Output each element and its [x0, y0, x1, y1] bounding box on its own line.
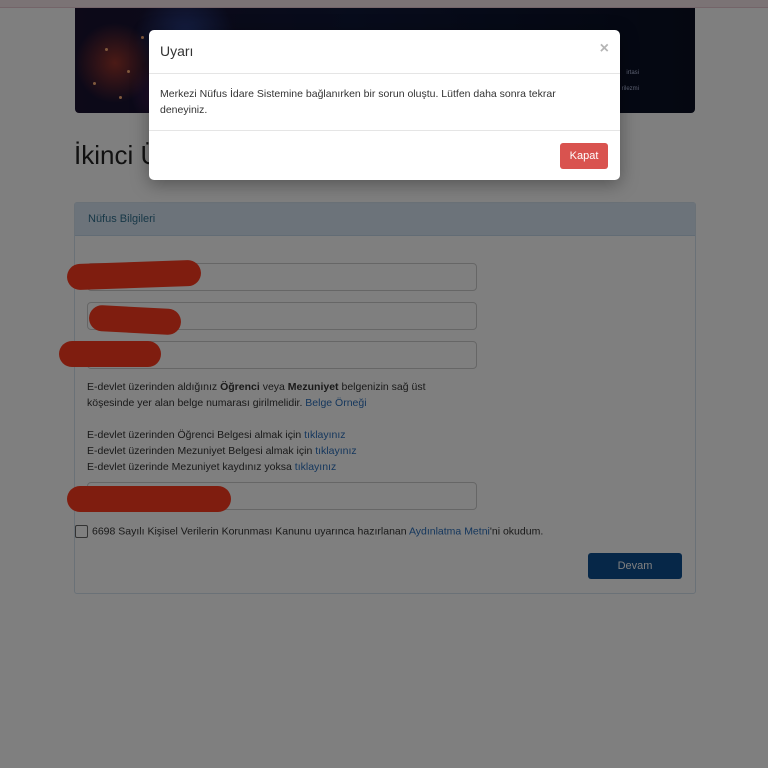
warning-dialog: Uyarı × Merkezi Nüfus İdare Sistemine ba…: [149, 30, 620, 180]
dialog-title: Uyarı: [160, 43, 194, 59]
dialog-header: Uyarı ×: [149, 30, 620, 74]
close-icon[interactable]: ×: [600, 40, 609, 58]
dialog-message: Merkezi Nüfus İdare Sistemine bağlanırke…: [160, 88, 556, 116]
dialog-footer: Kapat: [149, 130, 620, 181]
close-button[interactable]: Kapat: [560, 143, 608, 169]
